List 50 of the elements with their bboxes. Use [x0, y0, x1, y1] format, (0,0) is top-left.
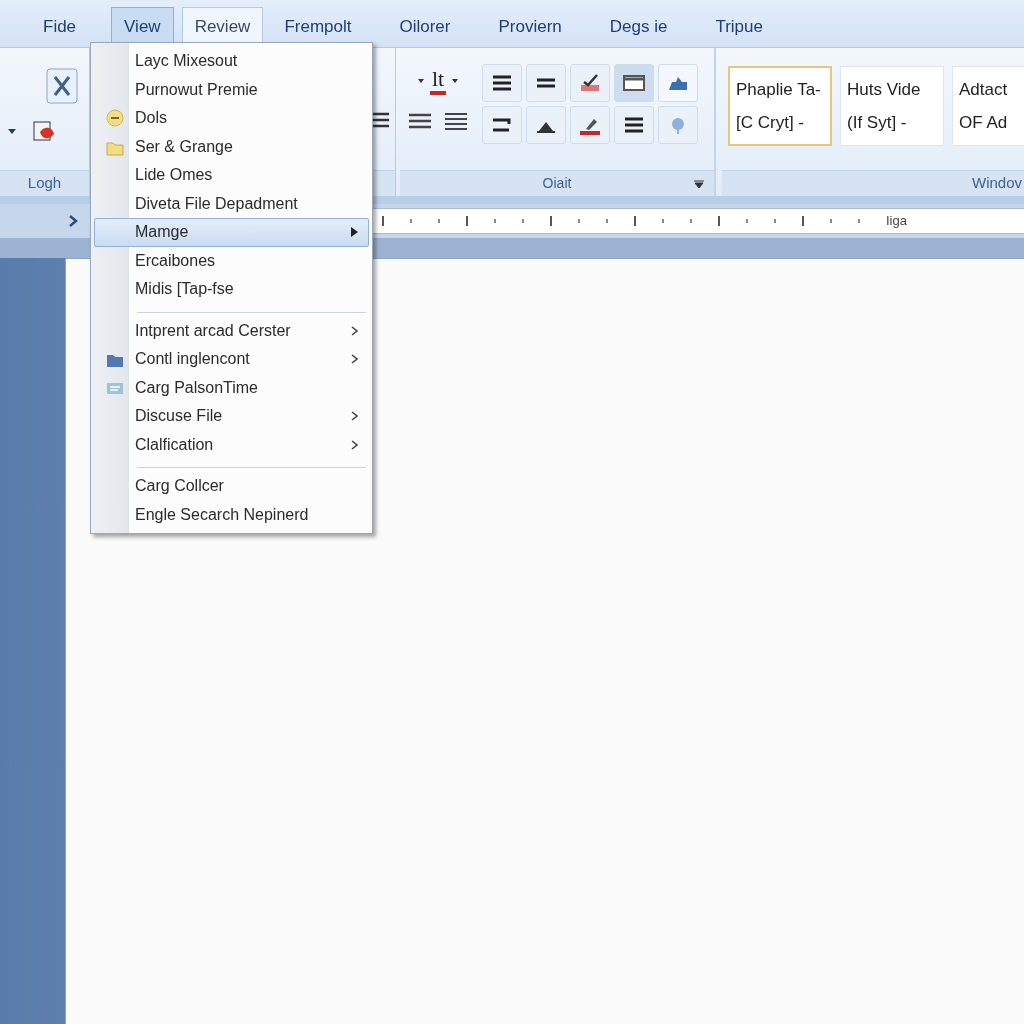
- style-tile[interactable]: Phaplie Ta- [C Cryt] -: [728, 66, 832, 146]
- format-button[interactable]: [614, 106, 654, 144]
- style-tile[interactable]: Huts Vide (If Syt] -: [840, 66, 944, 146]
- cut-icon[interactable]: [46, 68, 78, 104]
- format-button[interactable]: [614, 64, 654, 102]
- caret-icon[interactable]: [452, 79, 459, 83]
- format-button[interactable]: [526, 64, 566, 102]
- group-label: Logh: [27, 173, 62, 194]
- circle-icon: [106, 109, 124, 128]
- format-button[interactable]: [482, 106, 522, 144]
- menu-item[interactable]: Carg PalsonTime: [94, 373, 369, 402]
- justify-icon[interactable]: [445, 112, 467, 130]
- align-icon[interactable]: [409, 112, 431, 130]
- format-button[interactable]: [482, 64, 522, 102]
- paint-icon[interactable]: [32, 118, 56, 144]
- caret-icon[interactable]: [8, 128, 16, 134]
- menu-item[interactable]: Diveta File Depadment: [94, 189, 369, 218]
- window-icon: [622, 73, 646, 93]
- menu-item[interactable]: Contl inglencont: [94, 345, 369, 374]
- menu-item[interactable]: Midis [Tap-fse: [94, 275, 369, 304]
- lines-icon: [490, 73, 514, 93]
- menu-tab[interactable]: Oilorer: [386, 7, 464, 47]
- list-icon[interactable]: [373, 112, 389, 128]
- checkmark-icon: [578, 73, 602, 93]
- menu-item[interactable]: Dols: [94, 104, 369, 133]
- menu-item[interactable]: Engle Secarch Nepinerd: [94, 500, 369, 529]
- format-button[interactable]: [526, 106, 566, 144]
- style-tile[interactable]: Adtact OF Ad: [952, 66, 1024, 146]
- menu-item[interactable]: Lide Omes: [94, 161, 369, 190]
- menu-tab[interactable]: Degs ie: [596, 7, 681, 47]
- menu-item[interactable]: Layc Mixesout: [94, 47, 369, 76]
- caret-icon[interactable]: [417, 79, 424, 83]
- menu-tab[interactable]: Fide: [30, 7, 90, 47]
- menu-item[interactable]: Mamge: [94, 218, 369, 247]
- lines-icon: [622, 115, 646, 135]
- ruler-label: Iiga: [886, 212, 907, 231]
- menu-item[interactable]: Ercaibones: [94, 246, 369, 275]
- menu-item[interactable]: Purnowut Premie: [94, 75, 369, 104]
- group-label: Oiait: [542, 174, 572, 193]
- menu-item[interactable]: Carg Collcer: [94, 472, 369, 501]
- menu-tab[interactable]: Tripue: [702, 7, 776, 47]
- group-label: Windov: [971, 173, 1022, 194]
- menu-item[interactable]: Clalfication: [94, 430, 369, 459]
- menu-item[interactable]: Discuse File: [94, 402, 369, 431]
- font-color-button[interactable]: lt: [429, 67, 447, 95]
- format-button[interactable]: [570, 64, 610, 102]
- menu-tab[interactable]: Proviern: [485, 7, 575, 47]
- menu-item[interactable]: Intprent arcad Cerster: [94, 316, 369, 345]
- menu-item[interactable]: Ser & Grange: [94, 132, 369, 161]
- dialog-launcher-icon[interactable]: [694, 180, 704, 188]
